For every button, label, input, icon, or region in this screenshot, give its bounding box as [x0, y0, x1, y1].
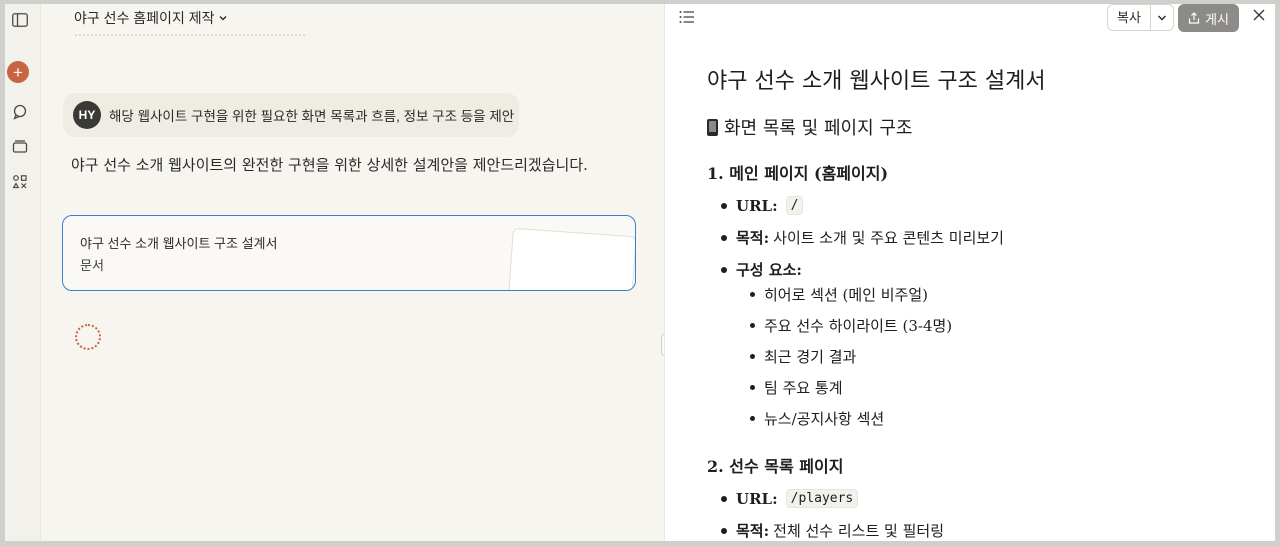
list-item: URL: / — [721, 196, 804, 215]
page-heading-players: 2. 선수 목록 페이지 — [707, 457, 844, 476]
share-icon — [1188, 12, 1200, 24]
artifact-card[interactable]: 야구 선수 소개 웹사이트 구조 설계서 문서 — [62, 215, 636, 291]
loading-spinner-icon — [75, 324, 101, 350]
purpose-text: 사이트 소개 및 주요 콘텐츠 미리보기 — [773, 229, 1004, 247]
copy-button[interactable]: 복사 — [1108, 5, 1151, 30]
artifact-title: 야구 선수 소개 웹사이트 구조 설계서 — [80, 236, 278, 251]
bullet — [750, 323, 755, 328]
user-message: HY 해당 웹사이트 구현을 위한 필요한 화면 목록과 흐름, 정보 구조 등… — [63, 93, 519, 137]
new-chat-button[interactable]: + — [7, 61, 29, 83]
list-item: 팀 주요 통계 — [750, 377, 843, 398]
publish-button[interactable]: 게시 — [1178, 4, 1239, 32]
chats-icon[interactable] — [8, 100, 32, 124]
chat-panel: 야구 선수 홈페이지 제작 HY 해당 웹사이트 구현을 위한 필요한 화면 목… — [41, 4, 664, 541]
chevron-down-icon — [219, 16, 227, 21]
list-item: 히어로 섹션 (메인 비주얼) — [750, 284, 928, 305]
list-item: 목적: 전체 선수 리스트 및 필터링 — [721, 520, 944, 541]
bullet — [750, 416, 755, 421]
document-toolbar: 복사 게시 — [665, 4, 1275, 34]
bullet — [721, 234, 727, 241]
artifact-type: 문서 — [80, 258, 104, 273]
bullet — [750, 292, 755, 297]
url-code: /players — [785, 489, 859, 508]
bullet — [721, 527, 727, 534]
url-label: URL: — [736, 196, 778, 215]
close-icon[interactable] — [1252, 8, 1266, 27]
purpose-label: 목적: — [736, 522, 770, 540]
document-panel: 복사 게시 야구 선수 소개 웹사이트 구조 설계서 화면 목록 및 페이지 구… — [664, 4, 1275, 541]
url-label: URL: — [736, 489, 778, 508]
component-text: 주요 선수 하이라이트 (3-4명) — [764, 317, 953, 335]
component-text: 팀 주요 통계 — [764, 379, 843, 397]
conversation-title: 야구 선수 홈페이지 제작 — [74, 10, 215, 26]
assistant-message-text: 야구 선수 소개 웹사이트의 완전한 구현을 위한 상세한 설계안을 제안드리겠… — [71, 156, 588, 174]
bullet — [721, 202, 727, 209]
app-window: + 야구 선수 홈페이지 제작 HY 해당 웹사이트 구현을 위한 필요한 화면… — [0, 0, 1280, 546]
bullet — [721, 495, 727, 502]
bullet — [721, 266, 727, 273]
projects-icon[interactable] — [8, 134, 32, 158]
bullet — [750, 354, 755, 359]
table-of-contents-icon[interactable] — [679, 10, 695, 29]
document-title: 야구 선수 소개 웹사이트 구조 설계서 — [707, 69, 1046, 94]
section-heading: 화면 목록 및 페이지 구조 — [707, 114, 913, 140]
bullet — [750, 385, 755, 390]
artifacts-icon[interactable] — [8, 170, 32, 194]
components-label: 구성 요소: — [736, 261, 802, 279]
component-text: 히어로 섹션 (메인 비주얼) — [764, 286, 929, 304]
mobile-phone-icon — [707, 118, 718, 136]
component-text: 뉴스/공지사항 섹션 — [764, 410, 885, 428]
publish-label: 게시 — [1205, 11, 1229, 27]
purpose-text: 전체 선수 리스트 및 필터링 — [773, 522, 945, 540]
avatar: HY — [73, 101, 101, 129]
user-message-text: 해당 웹사이트 구현을 위한 필요한 화면 목록과 흐름, 정보 구조 등을 제… — [109, 109, 515, 124]
copy-button-group: 복사 — [1107, 4, 1174, 31]
purpose-label: 목적: — [736, 229, 770, 247]
url-code: / — [785, 196, 804, 215]
list-item: 주요 선수 하이라이트 (3-4명) — [750, 315, 952, 336]
copy-options-chevron-down-icon[interactable] — [1151, 5, 1173, 30]
section-heading-text: 화면 목록 및 페이지 구조 — [724, 118, 913, 139]
component-text: 최근 경기 결과 — [764, 348, 857, 366]
artifact-thumbnail — [507, 227, 635, 290]
sidebar-toggle-icon[interactable] — [8, 8, 32, 32]
faded-previous-text — [75, 34, 305, 40]
list-item: 최근 경기 결과 — [750, 346, 856, 367]
list-item: URL: /players — [721, 489, 859, 508]
conversation-title-menu[interactable]: 야구 선수 홈페이지 제작 — [74, 8, 228, 28]
list-item: 목적: 사이트 소개 및 주요 콘텐츠 미리보기 — [721, 227, 1004, 248]
sidebar-rail: + — [5, 4, 41, 541]
list-item: 뉴스/공지사항 섹션 — [750, 408, 884, 429]
list-item: 구성 요소: — [721, 259, 806, 280]
page-heading-main: 1. 메인 페이지 (홈페이지) — [707, 164, 889, 183]
